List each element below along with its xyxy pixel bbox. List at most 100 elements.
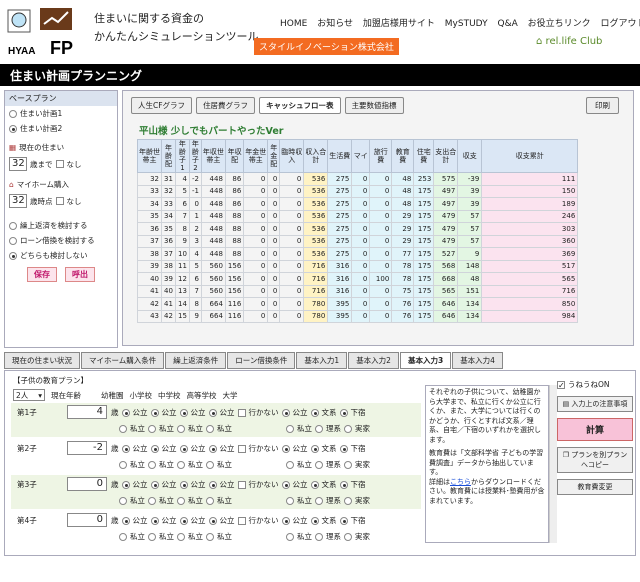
kindergarten-public-radio[interactable]	[121, 480, 130, 489]
univ-public-radio[interactable]	[281, 480, 290, 489]
univ-private-radio[interactable]	[286, 460, 294, 469]
nav-home[interactable]: HOME	[280, 19, 307, 29]
geshuku-radio[interactable]	[339, 408, 348, 417]
tab-key-indicators[interactable]: 主要数値指標	[344, 97, 404, 114]
plan2-radio[interactable]	[9, 124, 17, 133]
call-button[interactable]: 呼出	[65, 267, 95, 282]
calculate-button[interactable]: 計算	[557, 418, 633, 441]
high-public-radio[interactable]	[208, 516, 217, 525]
univ-public-radio[interactable]	[281, 408, 290, 417]
buy-none-checkbox[interactable]	[55, 197, 64, 205]
info-scrollbar[interactable]	[549, 385, 557, 543]
high-public-radio[interactable]	[208, 444, 217, 453]
elementary-private-radio[interactable]	[148, 460, 156, 469]
nav-news[interactable]: お知らせ	[317, 19, 353, 29]
univ-notgo-checkbox[interactable]	[237, 516, 246, 525]
kindergarten-private-radio[interactable]	[119, 460, 127, 469]
high-private-radio[interactable]	[206, 424, 214, 433]
geshuku-radio[interactable]	[339, 480, 348, 489]
prepay-radio[interactable]	[9, 221, 17, 230]
tab-myhome-conditions[interactable]: マイホーム購入条件	[81, 352, 165, 369]
jitaku-radio[interactable]	[344, 496, 352, 505]
junior-private-radio[interactable]	[177, 460, 185, 469]
univ-private-radio[interactable]	[286, 532, 294, 541]
nav-mystudy[interactable]: MySTUDY	[445, 19, 488, 29]
high-public-radio[interactable]	[208, 408, 217, 417]
univ-public-radio[interactable]	[281, 444, 290, 453]
tab-refinance-conditions[interactable]: ローン借換条件	[227, 352, 296, 369]
high-private-radio[interactable]	[206, 496, 214, 505]
kindergarten-public-radio[interactable]	[121, 408, 130, 417]
junior-private-radio[interactable]	[177, 496, 185, 505]
save-button[interactable]: 保存	[27, 267, 57, 282]
geshuku-radio[interactable]	[339, 444, 348, 453]
kindergarten-public-radio[interactable]	[121, 516, 130, 525]
geshuku-radio[interactable]	[339, 516, 348, 525]
tab-basic-2[interactable]: 基本入力2	[348, 352, 399, 369]
input-guide-button[interactable]: ▤ 入力上の注意事項	[557, 396, 633, 412]
univ-public-radio[interactable]	[281, 516, 290, 525]
junior-public-radio[interactable]	[179, 408, 188, 417]
bunkei-radio[interactable]	[310, 516, 319, 525]
child-age-input[interactable]: -2	[67, 441, 107, 455]
kindergarten-private-radio[interactable]	[119, 496, 127, 505]
elementary-private-radio[interactable]	[148, 532, 156, 541]
current-age-input[interactable]: 32	[9, 157, 27, 171]
child-age-input[interactable]: 0	[67, 513, 107, 527]
elementary-private-radio[interactable]	[148, 496, 156, 505]
child-count-select[interactable]: 2人 ▾	[13, 389, 45, 401]
rikei-radio[interactable]	[315, 460, 323, 469]
kindergarten-private-radio[interactable]	[119, 532, 127, 541]
junior-private-radio[interactable]	[177, 424, 185, 433]
nav-qa[interactable]: Q&A	[497, 19, 517, 29]
elementary-private-radio[interactable]	[148, 424, 156, 433]
tab-cashflow-table[interactable]: キャッシュフロー表	[259, 97, 341, 114]
kindergarten-public-radio[interactable]	[121, 444, 130, 453]
tab-current-home[interactable]: 現在の住まい状況	[4, 352, 80, 369]
elementary-public-radio[interactable]	[150, 444, 159, 453]
buy-age-input[interactable]: 32	[9, 194, 27, 208]
copy-plan-button[interactable]: ❐ プランを別プランへコピー	[557, 447, 633, 473]
high-private-radio[interactable]	[206, 460, 214, 469]
junior-public-radio[interactable]	[179, 480, 188, 489]
tab-life-cf-graph[interactable]: 人生CFグラフ	[131, 97, 193, 114]
jitaku-radio[interactable]	[344, 424, 352, 433]
neither-radio[interactable]	[9, 251, 17, 260]
rikei-radio[interactable]	[315, 532, 323, 541]
uneune-checkbox[interactable]	[557, 380, 565, 389]
elementary-public-radio[interactable]	[150, 516, 159, 525]
elementary-public-radio[interactable]	[150, 480, 159, 489]
univ-notgo-checkbox[interactable]	[237, 408, 246, 417]
univ-notgo-checkbox[interactable]	[237, 444, 246, 453]
univ-private-radio[interactable]	[286, 496, 294, 505]
tab-basic-4[interactable]: 基本入力4	[452, 352, 503, 369]
univ-private-radio[interactable]	[286, 424, 294, 433]
elementary-public-radio[interactable]	[150, 408, 159, 417]
bunkei-radio[interactable]	[310, 408, 319, 417]
junior-public-radio[interactable]	[179, 444, 188, 453]
univ-notgo-checkbox[interactable]	[237, 480, 246, 489]
refinance-radio[interactable]	[9, 236, 17, 245]
current-none-checkbox[interactable]	[55, 160, 64, 168]
print-button[interactable]: 印刷	[586, 97, 619, 114]
edu-change-button[interactable]: 教育費変更	[557, 479, 633, 495]
rikei-radio[interactable]	[315, 424, 323, 433]
kindergarten-private-radio[interactable]	[119, 424, 127, 433]
nav-logout[interactable]: ログアウト	[601, 19, 640, 29]
jitaku-radio[interactable]	[344, 532, 352, 541]
tab-basic-3[interactable]: 基本入力3	[399, 352, 452, 369]
rikei-radio[interactable]	[315, 496, 323, 505]
plan1-radio[interactable]	[9, 109, 17, 118]
company-badge[interactable]: スタイルイノベーション株式会社	[254, 38, 399, 55]
high-private-radio[interactable]	[206, 532, 214, 541]
tab-housing-cost-graph[interactable]: 住居費グラフ	[196, 97, 256, 114]
high-public-radio[interactable]	[208, 480, 217, 489]
nav-member-site[interactable]: 加盟店様用サイト	[363, 19, 435, 29]
download-link[interactable]: こちら	[450, 478, 471, 486]
tab-basic-1[interactable]: 基本入力1	[296, 352, 348, 369]
tab-prepay-conditions[interactable]: 繰上返済条件	[165, 352, 227, 369]
child-age-input[interactable]: 4	[67, 405, 107, 419]
bunkei-radio[interactable]	[310, 480, 319, 489]
jitaku-radio[interactable]	[344, 460, 352, 469]
bunkei-radio[interactable]	[310, 444, 319, 453]
